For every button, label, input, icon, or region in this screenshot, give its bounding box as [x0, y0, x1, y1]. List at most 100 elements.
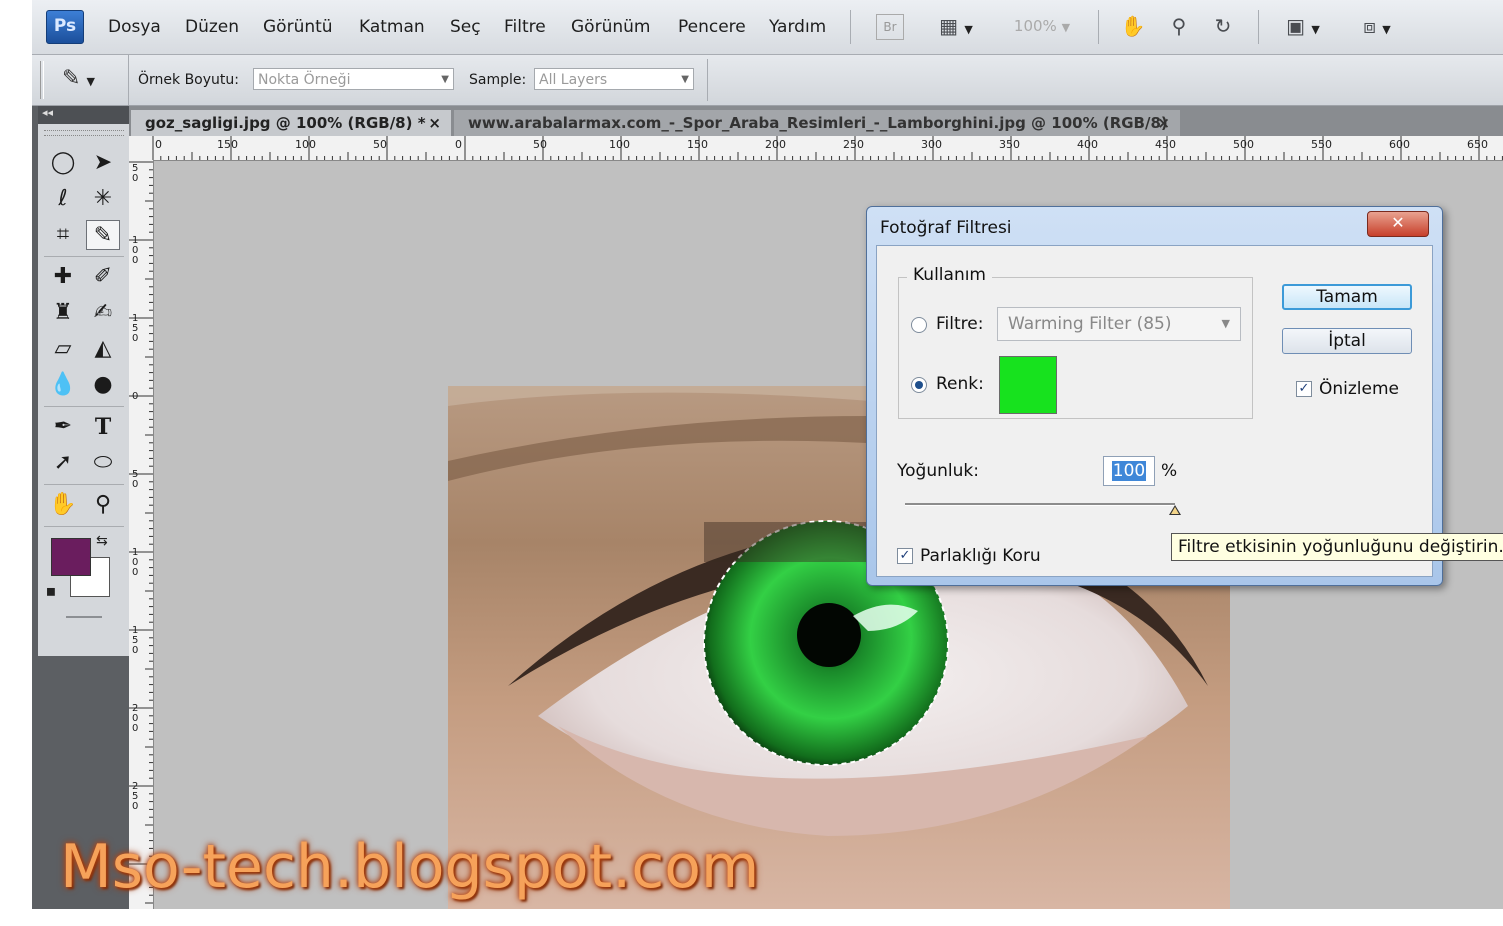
screen-mode-switch-icon[interactable]: ⧈ ▼	[1352, 12, 1402, 40]
healing-brush-tool-icon[interactable]: ✚	[46, 262, 80, 292]
menu-dosya[interactable]: Dosya	[108, 17, 161, 37]
menu-separator	[1258, 10, 1259, 44]
close-icon[interactable]: ×	[428, 110, 441, 136]
filter-radio[interactable]	[911, 317, 927, 333]
menu-goruntu[interactable]: Görüntü	[263, 17, 333, 37]
zoom-tool-icon[interactable]: ⚲	[86, 490, 120, 520]
ruler-label: 50	[373, 138, 387, 151]
ruler-label: 150	[217, 138, 238, 151]
dialog-title: Fotoğraf Filtresi	[880, 218, 1012, 238]
hand-tool-icon[interactable]: ✋	[46, 490, 80, 520]
pen-tool-icon[interactable]: ✒	[46, 412, 80, 442]
menu-katman[interactable]: Katman	[359, 17, 425, 37]
density-slider-thumb[interactable]	[1169, 505, 1181, 515]
type-tool-icon[interactable]: T	[86, 412, 120, 442]
marquee-tool-icon[interactable]: ◯	[46, 148, 80, 178]
close-icon[interactable]: ✕	[1367, 211, 1429, 237]
swap-colors-icon[interactable]: ⇆	[96, 533, 108, 549]
preserve-luminosity-label: Parlaklığı Koru	[920, 546, 1041, 566]
photo-filter-dialog: Fotoğraf Filtresi ✕ Kullanım Filtre: War…	[866, 206, 1443, 586]
hand-icon[interactable]: ✋	[1118, 12, 1148, 40]
preview-label: Önizleme	[1319, 379, 1400, 399]
color-radio[interactable]	[911, 377, 927, 393]
options-bar: ✎ ▼ Örnek Boyutu: Nokta Örneği ▼ Sample: A…	[32, 55, 1503, 106]
quick-mask-toggle[interactable]	[66, 616, 102, 618]
history-brush-tool-icon[interactable]: ✍	[86, 298, 120, 328]
options-separator	[707, 59, 708, 101]
menu-gorunum[interactable]: Görünüm	[571, 17, 650, 37]
tab-lamborghini[interactable]: www.arabalarmax.com_-_Spor_Araba_Resimle…	[454, 110, 1180, 136]
ruler-label: 600	[1389, 138, 1410, 151]
ruler-label: 100	[295, 138, 316, 151]
zoom-icon[interactable]: ⚲	[1164, 12, 1194, 40]
filter-select[interactable]: Warming Filter (85) ▼	[997, 307, 1241, 341]
sample-select[interactable]: All Layers ▼	[534, 68, 694, 90]
ok-button[interactable]: Tamam	[1282, 284, 1412, 310]
move-tool-icon[interactable]: ➤	[86, 148, 120, 178]
screen-mode-icon[interactable]: ▦ ▼	[928, 12, 984, 40]
ruler-label: 400	[1077, 138, 1098, 151]
tools-panel-grip[interactable]	[44, 130, 124, 136]
default-colors-icon[interactable]: ◼	[46, 584, 56, 598]
close-icon[interactable]: ×	[1157, 110, 1170, 136]
clone-stamp-tool-icon[interactable]: ♜	[46, 298, 80, 328]
ruler-label: 200	[765, 138, 786, 151]
color-label: Renk:	[936, 374, 984, 394]
rotate-view-icon[interactable]: ↻	[1208, 12, 1238, 40]
use-group-label: Kullanım	[907, 265, 992, 285]
tools-separator	[44, 484, 124, 485]
preserve-luminosity-checkbox[interactable]: ✓	[897, 548, 913, 564]
eyedropper-preset-icon[interactable]: ✎ ▼	[62, 66, 95, 91]
eraser-tool-icon[interactable]: ▱	[46, 334, 80, 364]
foreground-color-swatch[interactable]	[51, 538, 91, 576]
blur-tool-icon[interactable]: 💧	[46, 370, 80, 400]
tools-separator	[44, 256, 124, 257]
menu-separator	[1098, 10, 1099, 44]
bridge-icon[interactable]: Br	[876, 14, 904, 40]
filter-value: Warming Filter (85)	[1008, 314, 1172, 334]
menu-yardim[interactable]: Yardım	[769, 17, 826, 37]
ruler-label: 50	[132, 163, 139, 184]
tab-goz-sagligi[interactable]: goz_sagligi.jpg @ 100% (RGB/8) * ×	[131, 110, 451, 136]
cancel-button[interactable]: İptal	[1282, 328, 1412, 354]
tools-panel-header[interactable]: ◂◂	[38, 106, 129, 124]
horizontal-ruler[interactable]: 0 150 100 50 0 50 100 150 200 250 300 35…	[129, 136, 1503, 161]
ruler-label: 200	[132, 703, 139, 734]
filter-label: Filtre:	[936, 314, 984, 334]
tools-separator	[44, 406, 124, 407]
paint-bucket-tool-icon[interactable]: ◭	[86, 334, 120, 364]
density-tooltip: Filtre etkisinin yoğunluğunu değiştirin.	[1171, 533, 1503, 561]
density-label: Yoğunluk:	[897, 461, 979, 481]
path-selection-tool-icon[interactable]: ➚	[46, 448, 80, 478]
magic-wand-tool-icon[interactable]: ✳	[86, 184, 120, 214]
brush-tool-icon[interactable]: ✐	[86, 262, 120, 292]
eyedropper-tool-icon[interactable]: ✎	[86, 220, 120, 250]
photoshop-logo[interactable]: Ps	[46, 10, 84, 44]
ruler-label: 150	[132, 625, 139, 656]
sample-size-select[interactable]: Nokta Örneği ▼	[253, 68, 454, 90]
color-swatch[interactable]	[999, 356, 1057, 414]
menu-sec[interactable]: Seç	[450, 17, 481, 37]
dodge-tool-icon[interactable]: ●	[86, 370, 120, 400]
ruler-label: 50	[533, 138, 547, 151]
density-slider[interactable]	[905, 503, 1175, 506]
preview-checkbox[interactable]: ✓	[1296, 381, 1312, 397]
menu-duzen[interactable]: Düzen	[185, 17, 239, 37]
crop-tool-icon[interactable]: ⌗	[46, 220, 80, 250]
sample-size-label: Örnek Boyutu:	[138, 72, 239, 88]
options-grip	[40, 61, 44, 99]
zoom-level[interactable]: 100% ▼	[1007, 12, 1077, 40]
density-input[interactable]: 100	[1103, 456, 1155, 486]
arrange-documents-icon[interactable]: ▣ ▼	[1278, 12, 1328, 40]
watermark: Mso-tech.blogspot.com	[60, 832, 760, 902]
menu-separator	[850, 10, 851, 44]
ruler-label: 150	[687, 138, 708, 151]
ellipse-tool-icon[interactable]: ⬭	[86, 448, 120, 478]
use-group	[898, 277, 1253, 419]
ruler-label: 550	[1311, 138, 1332, 151]
tools-separator	[44, 526, 124, 527]
vertical-ruler[interactable]: 50 100 150 0 50 100 150 200 250	[129, 160, 154, 909]
menu-pencere[interactable]: Pencere	[678, 17, 746, 37]
lasso-tool-icon[interactable]: ℓ	[46, 184, 80, 214]
menu-filtre[interactable]: Filtre	[504, 17, 546, 37]
